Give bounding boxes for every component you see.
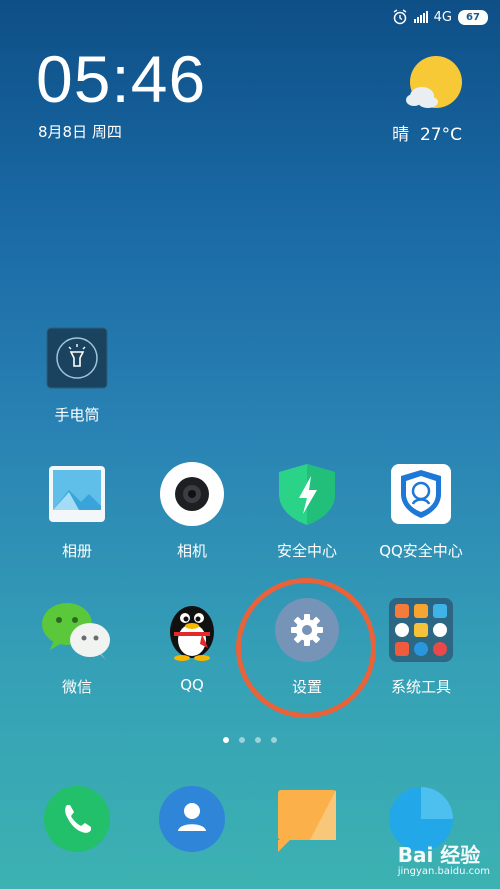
page-dot[interactable] bbox=[223, 737, 229, 743]
sunny-weather-icon[interactable] bbox=[406, 56, 462, 112]
message-icon bbox=[274, 786, 340, 852]
battery-icon: 67 bbox=[458, 9, 488, 25]
status-bar: 4G 67 bbox=[392, 6, 488, 28]
network-type: 4G bbox=[433, 9, 452, 25]
page-indicator[interactable] bbox=[0, 737, 500, 743]
app-camera[interactable]: 相机 bbox=[137, 462, 247, 561]
page-dot[interactable] bbox=[255, 737, 261, 743]
weather-temperature: 27°C bbox=[419, 125, 462, 145]
app-label: 安全中心 bbox=[276, 542, 337, 560]
page-dot[interactable] bbox=[271, 737, 277, 743]
shield-lightning-icon bbox=[275, 462, 339, 526]
app-security-center[interactable]: 安全中心 bbox=[252, 462, 362, 561]
app-system-tools-folder[interactable]: 系统工具 bbox=[366, 598, 476, 697]
app-qq[interactable]: QQ bbox=[137, 598, 247, 694]
camera-icon bbox=[160, 462, 224, 526]
app-wechat[interactable]: 微信 bbox=[22, 598, 132, 697]
app-label: QQ安全中心 bbox=[379, 542, 463, 560]
wechat-icon bbox=[42, 598, 110, 662]
app-label: 相册 bbox=[61, 542, 92, 560]
signal-icon bbox=[413, 11, 428, 23]
weather-condition: 晴 bbox=[392, 125, 410, 145]
dock-contacts[interactable] bbox=[137, 786, 247, 852]
app-gallery[interactable]: 相册 bbox=[22, 462, 132, 561]
app-label: 相机 bbox=[176, 542, 207, 560]
contacts-icon bbox=[159, 786, 225, 852]
app-qq-security[interactable]: QQ安全中心 bbox=[366, 462, 476, 561]
highlight-circle bbox=[236, 578, 376, 718]
baidu-jingyan-watermark: Bai 经验 jingyan.baidu.com bbox=[398, 839, 490, 877]
app-label: 手电筒 bbox=[54, 406, 100, 424]
qq-security-icon bbox=[389, 462, 453, 526]
weather-summary: 晴 27°C bbox=[392, 120, 462, 145]
watermark-url: jingyan.baidu.com bbox=[397, 866, 490, 877]
clock-date: 8月8日 周四 bbox=[38, 123, 122, 141]
qq-penguin-icon bbox=[160, 598, 224, 662]
alarm-icon bbox=[393, 9, 407, 25]
flashlight-icon bbox=[45, 326, 109, 390]
app-label: QQ bbox=[180, 676, 204, 694]
gallery-icon bbox=[45, 462, 109, 526]
app-flashlight[interactable]: 手电筒 bbox=[22, 326, 132, 425]
clock-time[interactable]: 05:46 bbox=[36, 46, 206, 112]
folder-icon bbox=[389, 598, 453, 662]
dock-messages[interactable] bbox=[252, 786, 362, 852]
phone-icon bbox=[44, 786, 110, 852]
app-label: 系统工具 bbox=[390, 678, 451, 696]
app-label: 微信 bbox=[61, 678, 92, 696]
watermark-brand: Bai 经验 bbox=[397, 843, 481, 867]
page-dot[interactable] bbox=[239, 737, 245, 743]
dock-phone[interactable] bbox=[22, 786, 132, 852]
